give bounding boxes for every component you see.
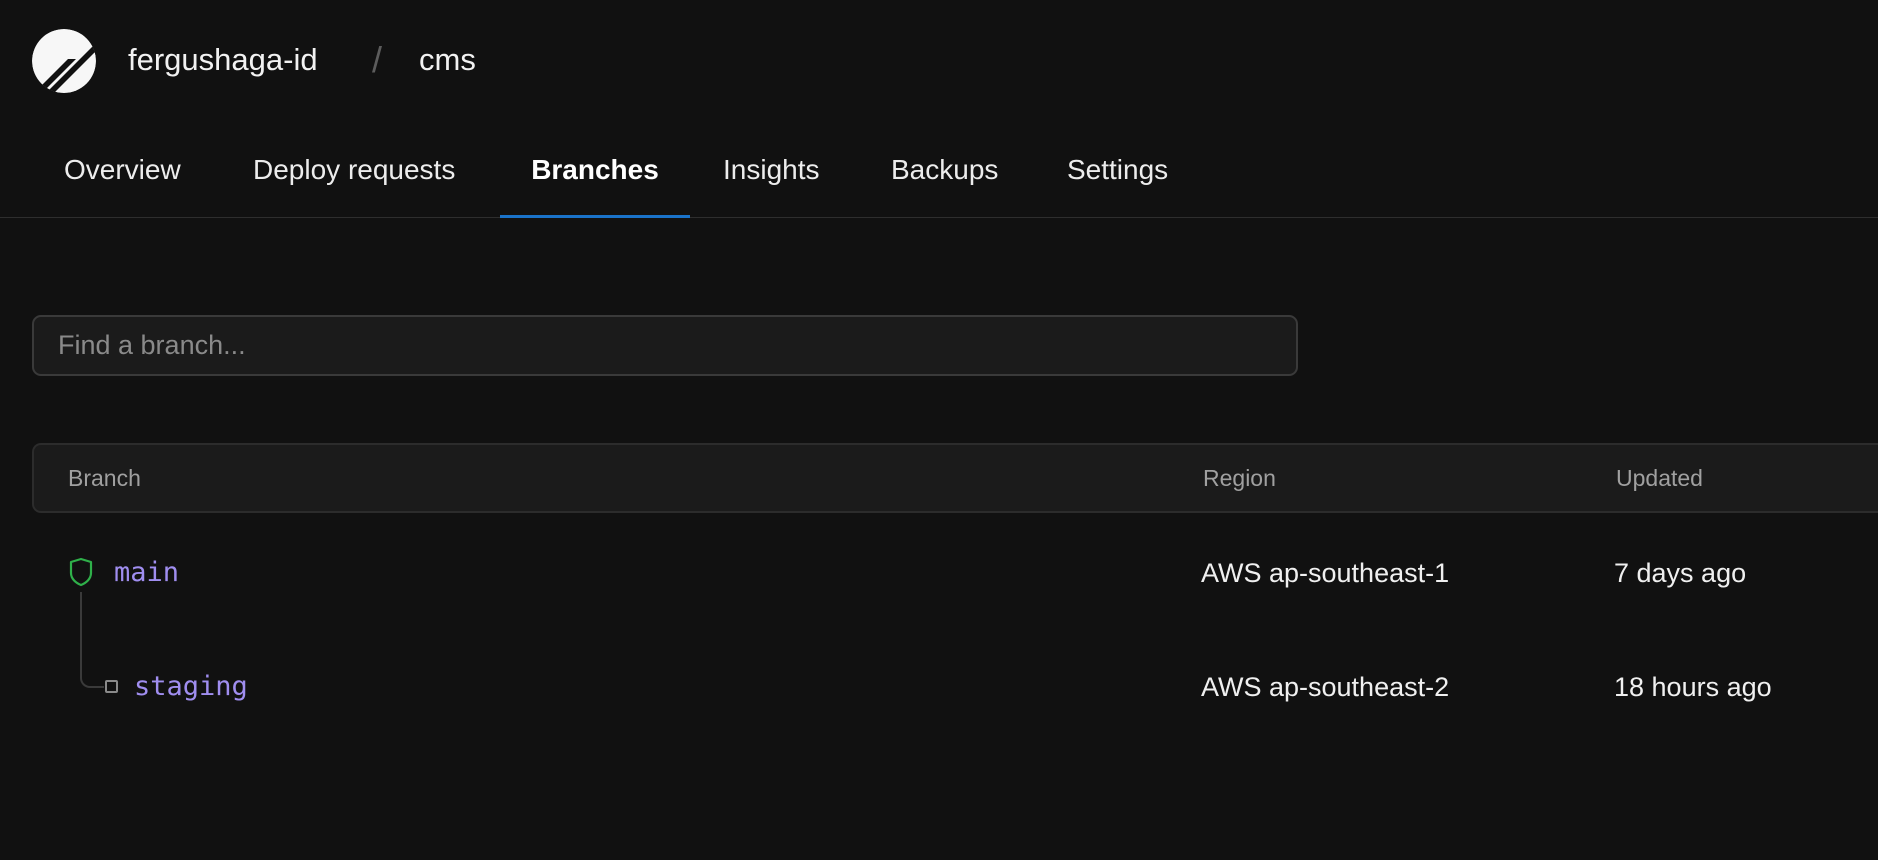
tab-settings[interactable]: Settings xyxy=(1067,130,1168,217)
header: fergushaga-id / cms xyxy=(0,0,1878,120)
tab-deploy-requests[interactable]: Deploy requests xyxy=(253,130,455,217)
branch-updated: 7 days ago xyxy=(1614,558,1747,588)
branch-region: AWS ap-southeast-1 xyxy=(1201,558,1450,588)
tab-overview[interactable]: Overview xyxy=(64,130,181,217)
breadcrumb-separator: / xyxy=(372,39,383,80)
shield-icon xyxy=(69,557,93,587)
planetscale-logo-icon[interactable] xyxy=(32,29,96,93)
column-header-region[interactable]: Region xyxy=(1203,445,1276,511)
tab-insights[interactable]: Insights xyxy=(723,130,820,217)
table-row[interactable]: main AWS ap-southeast-1 7 days ago xyxy=(0,523,1878,623)
table-header: Branch Region Updated xyxy=(32,443,1878,513)
breadcrumb-org[interactable]: fergushaga-id xyxy=(128,40,318,80)
branch-updated: 18 hours ago xyxy=(1614,672,1772,702)
table-row[interactable]: staging AWS ap-southeast-2 18 hours ago xyxy=(0,637,1878,737)
branch-name-link[interactable]: staging xyxy=(134,667,248,707)
branch-search-input[interactable] xyxy=(32,315,1298,376)
tab-backups[interactable]: Backups xyxy=(891,130,998,217)
tab-bar: Overview Deploy requests Branches Insigh… xyxy=(0,130,1878,218)
column-header-updated[interactable]: Updated xyxy=(1616,445,1703,511)
branch-region: AWS ap-southeast-2 xyxy=(1201,672,1450,702)
branch-name-link[interactable]: main xyxy=(114,553,179,593)
tab-branches[interactable]: Branches xyxy=(500,130,690,218)
breadcrumb-database[interactable]: cms xyxy=(419,40,476,80)
column-header-branch[interactable]: Branch xyxy=(68,445,141,511)
